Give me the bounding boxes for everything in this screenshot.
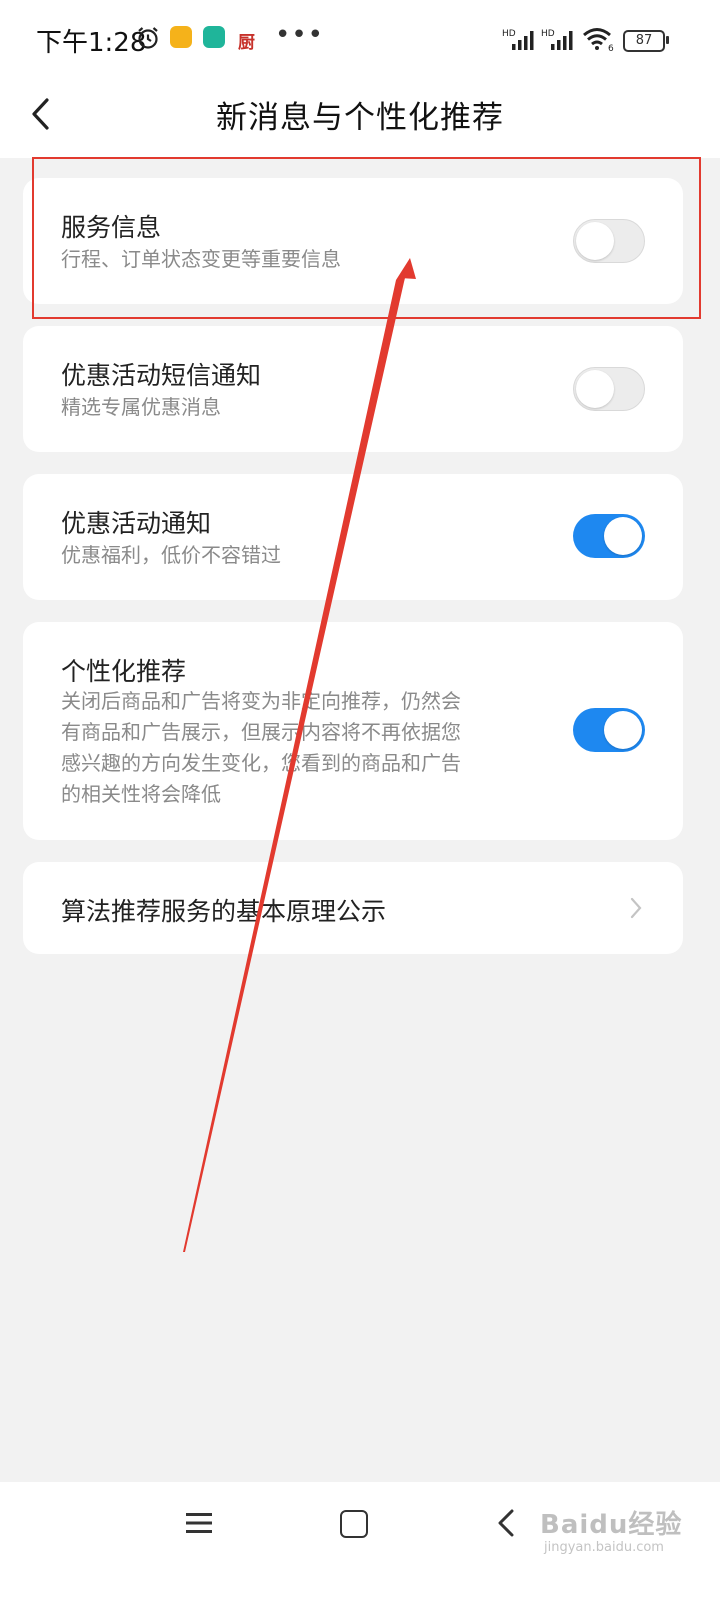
system-nav-bar: Baidu经验 jingyan.baidu.com bbox=[0, 1482, 720, 1600]
watermark-brand: Baidu经验 bbox=[540, 1510, 683, 1540]
recent-apps-icon[interactable] bbox=[186, 1510, 212, 1536]
baidu-watermark: Baidu经验 jingyan.baidu.com bbox=[540, 1504, 683, 1555]
watermark-url: jingyan.baidu.com bbox=[544, 1540, 664, 1555]
nav-back-icon[interactable] bbox=[497, 1508, 515, 1538]
home-button-icon[interactable] bbox=[340, 1510, 368, 1538]
annotation-arrow bbox=[183, 258, 416, 1252]
